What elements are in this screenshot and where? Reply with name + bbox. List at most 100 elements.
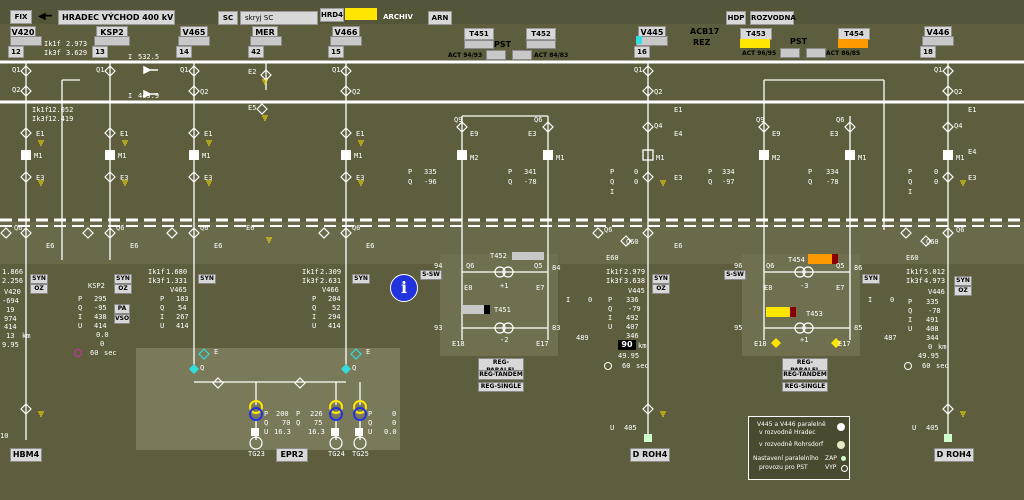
q60-label: Q60 bbox=[626, 238, 639, 246]
hbm4-button[interactable]: HBM4 bbox=[10, 448, 42, 462]
epr2-p-label: P bbox=[264, 410, 269, 418]
ksp2-name: KSP2 bbox=[88, 282, 105, 290]
pq-p-label: P bbox=[708, 168, 713, 176]
v446-u: 408 bbox=[926, 325, 939, 333]
v445-bottom-u-label: U bbox=[610, 424, 615, 432]
ksp2-u-label: U bbox=[78, 322, 83, 330]
v446-q-label: Q bbox=[908, 307, 913, 315]
v446-oz-button[interactable]: OZ bbox=[954, 286, 972, 296]
v420-syn-button[interactable]: SYN bbox=[30, 274, 48, 284]
pst-right-e17: E17 bbox=[838, 340, 851, 348]
e9-label: E9 bbox=[772, 130, 781, 138]
v445-name: V445 bbox=[628, 287, 645, 295]
v445-sec: sec bbox=[636, 362, 649, 370]
q1-label: Q1 bbox=[332, 66, 341, 74]
e-label: E bbox=[366, 348, 371, 356]
ksp2-i-label: I bbox=[78, 313, 83, 321]
legend-vyp-indicator[interactable] bbox=[841, 465, 848, 472]
legend-zap-indicator[interactable] bbox=[841, 456, 846, 461]
q4-label: Q4 bbox=[654, 122, 663, 130]
reg-single-right-button[interactable]: REG-SINGLE bbox=[782, 382, 828, 392]
v445-p-label: P bbox=[608, 296, 613, 304]
droh4-left-button[interactable]: D ROH4 bbox=[630, 448, 670, 462]
pq-q-label: Q bbox=[708, 178, 713, 186]
pst-right-syn-button[interactable]: SYN bbox=[862, 274, 880, 284]
e3-label: E3 bbox=[830, 130, 839, 138]
pst-right-i-label: I bbox=[868, 296, 873, 304]
legend-line1: V445 a V446 paralelně bbox=[757, 421, 826, 428]
legend-toggle-1[interactable] bbox=[837, 423, 845, 431]
v466-syn-button[interactable]: SYN bbox=[352, 274, 370, 284]
q2-label: Q2 bbox=[954, 88, 963, 96]
v465-u: 414 bbox=[176, 322, 189, 330]
breaker-v446 bbox=[943, 150, 953, 160]
breaker-m2 bbox=[457, 150, 467, 160]
tg25-label: TG25 bbox=[352, 450, 369, 458]
pq-p-label: P bbox=[808, 168, 813, 176]
ksp2-i: 438 bbox=[94, 313, 107, 321]
v446-name: V446 bbox=[928, 288, 945, 296]
v465-ik1-label: Ik1f bbox=[148, 268, 165, 276]
breaker-tg25 bbox=[355, 428, 363, 436]
e6-label: E6 bbox=[246, 224, 255, 232]
v466-ik3-label: Ik3f bbox=[302, 277, 319, 285]
bus-ik3-label: Ik3f bbox=[32, 115, 49, 123]
pst-right-e18: E18 bbox=[754, 340, 767, 348]
ksp2-oz-button[interactable]: OZ bbox=[114, 284, 132, 294]
q6-label: Q6 bbox=[352, 224, 361, 232]
reg-tandem-left-button[interactable]: REG-TANDEM bbox=[478, 370, 524, 380]
q2-label: Q2 bbox=[12, 86, 21, 94]
v465-p: 183 bbox=[176, 295, 189, 303]
pst-right-96: 96 bbox=[734, 262, 743, 270]
q-label: Q bbox=[352, 364, 357, 372]
v465-ik1: 1.680 bbox=[166, 268, 188, 276]
e3-label: E3 bbox=[120, 174, 129, 182]
ksp2-pa-button[interactable]: PA bbox=[114, 304, 130, 314]
epr2-u3: 0.0 bbox=[384, 428, 397, 436]
v420-km: km bbox=[22, 332, 31, 340]
v466-i-label: I bbox=[312, 313, 317, 321]
v446-syn-button[interactable]: SYN bbox=[954, 276, 972, 286]
v466-name: V466 bbox=[322, 286, 339, 294]
ksp2-vso-button[interactable]: VSO bbox=[114, 314, 130, 324]
legend-toggle-2[interactable] bbox=[837, 441, 845, 449]
ssw-left-button[interactable]: S-SW bbox=[420, 270, 442, 280]
v420-oz-button[interactable]: OZ bbox=[30, 284, 48, 294]
v465-syn-button[interactable]: SYN bbox=[198, 274, 216, 284]
q2-label: Q2 bbox=[352, 88, 361, 96]
pst-left-e8: E8 bbox=[464, 284, 473, 292]
v420-bottom-number: 10 bbox=[0, 432, 9, 440]
v446-s: 344 bbox=[926, 334, 939, 342]
q6-label: Q6 bbox=[604, 226, 613, 234]
pq-q-label: Q bbox=[908, 178, 913, 186]
pst-right-t453-label: T453 bbox=[806, 310, 823, 318]
pq-p-label: P bbox=[908, 168, 913, 176]
v446-sec: sec bbox=[936, 362, 949, 370]
v445-oz-button[interactable]: OZ bbox=[652, 284, 670, 294]
v465-p-label: P bbox=[160, 295, 165, 303]
reg-single-left-button[interactable]: REG-SINGLE bbox=[478, 382, 524, 392]
pst-left-e17: E17 bbox=[536, 340, 549, 348]
ksp2-syn-button[interactable]: SYN bbox=[114, 274, 132, 284]
epr2-button[interactable]: EPR2 bbox=[276, 448, 308, 462]
v445-p: 336 bbox=[626, 296, 639, 304]
pq-q-label: Q bbox=[408, 178, 413, 186]
epr2-p3: 0 bbox=[392, 410, 397, 418]
v445-status-circle bbox=[604, 362, 612, 370]
legend-line3: v rozvodně Rohrsdorf bbox=[759, 441, 824, 448]
info-icon[interactable]: i bbox=[390, 274, 418, 302]
v420-ik3: 2.256 bbox=[2, 277, 24, 285]
legend-line2: v rozvodně Hradec bbox=[759, 429, 816, 436]
epr2-u-label-3: U bbox=[368, 428, 373, 436]
ssw-right-button[interactable]: S-SW bbox=[724, 270, 746, 280]
droh4-right-button[interactable]: D ROH4 bbox=[934, 448, 974, 462]
v466-u: 414 bbox=[328, 322, 341, 330]
reg-tandem-right-button[interactable]: REG-TANDEM bbox=[782, 370, 828, 380]
pst-right-e7: E7 bbox=[836, 284, 845, 292]
v465-ik3: 1.331 bbox=[166, 277, 188, 285]
ksp2-sec: sec bbox=[104, 349, 117, 357]
v445-ik3: 3.638 bbox=[624, 277, 646, 285]
pst-left-e7: E7 bbox=[536, 284, 545, 292]
v445-syn-button[interactable]: SYN bbox=[652, 274, 670, 284]
e3-label: E3 bbox=[36, 174, 45, 182]
